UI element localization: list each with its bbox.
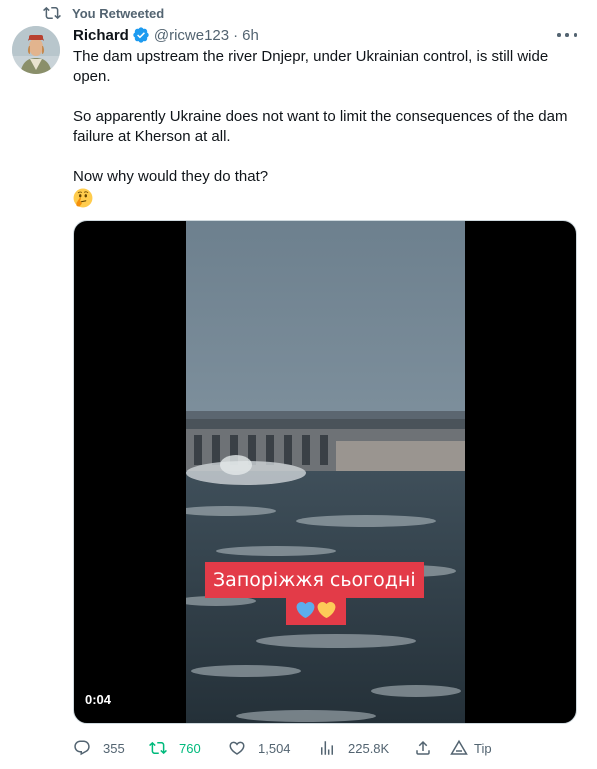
blue-heart-emoji <box>296 601 315 619</box>
video-thumbnail <box>186 221 465 723</box>
video-duration: 0:04 <box>85 692 112 707</box>
views-button[interactable]: 225.8K <box>318 738 389 758</box>
avatar[interactable] <box>12 26 60 74</box>
tip-triangle-icon <box>450 739 468 755</box>
tweet-paragraph: The dam upstream the river Dnjepr, under… <box>73 48 549 85</box>
yellow-heart-emoji <box>317 601 336 619</box>
heart-icon <box>229 741 245 755</box>
retweet-indicator-text: You Retweeted <box>72 5 165 21</box>
retweet-button[interactable]: 760 <box>149 738 201 758</box>
retweet-icon <box>43 6 61 20</box>
reply-icon <box>74 740 90 756</box>
verified-badge-icon[interactable] <box>132 26 150 44</box>
thinking-face-emoji <box>73 188 93 208</box>
like-button[interactable]: 1,504 <box>228 738 291 758</box>
video-caption: Запоріжжя сьогодні <box>205 562 424 598</box>
reply-count: 355 <box>103 740 125 756</box>
retweet-count: 760 <box>179 740 201 756</box>
like-count: 1,504 <box>258 740 291 756</box>
share-button[interactable] <box>414 738 432 758</box>
tweet-header: Richard @ricwe123 · 6h <box>73 26 259 44</box>
separator-dot: · <box>233 26 239 44</box>
tweet-paragraph: So apparently Ukraine does not want to l… <box>73 108 568 145</box>
views-bar-chart-icon <box>321 741 333 755</box>
author-name[interactable]: Richard <box>73 27 129 44</box>
retweet-icon <box>149 741 167 755</box>
video-player[interactable]: Запоріжжя сьогодні 0:04 <box>73 220 577 724</box>
tweet-text: The dam upstream the river Dnjepr, under… <box>73 47 578 187</box>
video-frame: Запоріжжя сьогодні <box>186 221 465 723</box>
tip-button[interactable]: Tip <box>450 738 492 758</box>
tweet-paragraph: Now why would they do that? <box>73 168 269 185</box>
reply-button[interactable]: 355 <box>73 738 125 758</box>
tip-label: Tip <box>474 740 492 756</box>
author-handle[interactable]: @ricwe123 <box>154 27 229 44</box>
video-caption-emojis <box>286 595 346 625</box>
views-count: 225.8K <box>348 740 390 756</box>
tweet-timestamp[interactable]: 6h <box>242 27 259 44</box>
retweet-indicator: You Retweeted <box>43 4 164 22</box>
action-bar: 355 760 1,504 225.8K Tip <box>73 738 578 758</box>
more-options-icon[interactable] <box>557 27 577 43</box>
share-icon <box>416 740 430 755</box>
